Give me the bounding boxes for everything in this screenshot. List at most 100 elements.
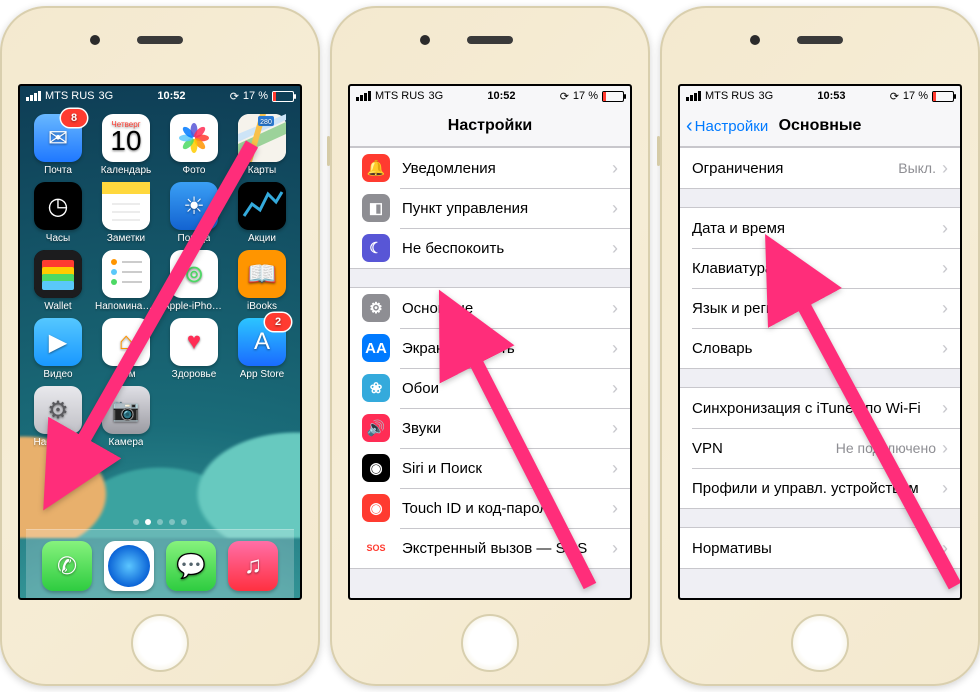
row-regulatory[interactable]: Нормативы› (680, 528, 960, 568)
row-itunes-wifi[interactable]: Синхронизация с iTunes по Wi-Fi› (680, 388, 960, 428)
notes-icon (102, 182, 150, 230)
network-label: 3G (759, 90, 774, 102)
phone-frame-general: MTS RUS 3G 10:53 ⟳ 17 % ‹ Настройки Осно… (660, 6, 980, 686)
app-find-iphone[interactable]: ⊚Apple-iPhon… (162, 246, 226, 312)
app-notes[interactable]: Заметки (94, 178, 158, 244)
app-label: App Store (240, 369, 284, 380)
app-weather[interactable]: ☀︎Погода (162, 178, 226, 244)
app-stocks[interactable]: Акции (230, 178, 294, 244)
dock: ✆ 💬♫ (26, 529, 294, 598)
row-notifications[interactable]: 🔔Уведомления› (350, 148, 630, 188)
app-label: Настройки (33, 437, 82, 448)
app-label: Напоминания (95, 301, 157, 312)
status-bar: MTS RUS 3G 10:52 ⟳ 17 % (20, 86, 300, 106)
status-bar: MTS RUS 3G 10:53 ⟳ 17 % (680, 86, 960, 106)
mail-icon: ✉︎8 (34, 114, 82, 162)
home-button[interactable] (131, 614, 189, 672)
status-time: 10:52 (157, 90, 185, 102)
nav-title: Настройки (448, 117, 532, 135)
row-profiles[interactable]: Профили и управл. устройством› (680, 468, 960, 508)
app-reminders[interactable]: Напоминания (94, 246, 158, 312)
badge: 2 (265, 313, 291, 331)
app-messages[interactable]: 💬 (166, 537, 216, 591)
svg-text:280: 280 (260, 119, 272, 126)
app-wallet[interactable]: Wallet (26, 246, 90, 312)
app-appstore[interactable]: A2App Store (230, 314, 294, 380)
row-touchid[interactable]: ◉Touch ID и код-пароль› (350, 488, 630, 528)
home-button[interactable] (461, 614, 519, 672)
phone-frame-home: MTS RUS 3G 10:52 ⟳ 17 % ✉︎8ПочтаЧетверг1… (0, 6, 320, 686)
app-mail[interactable]: ✉︎8Почта (26, 110, 90, 176)
row-value: Выкл. (898, 160, 936, 176)
row-sounds[interactable]: 🔊Звуки› (350, 408, 630, 448)
row-sos[interactable]: SOSЭкстренный вызов — SOS› (350, 528, 630, 568)
app-music[interactable]: ♫ (228, 537, 278, 591)
row-datetime[interactable]: Дата и время› (680, 208, 960, 248)
app-photos[interactable]: Фото (162, 110, 226, 176)
chevron-right-icon: › (942, 158, 948, 179)
battery-icon (272, 91, 294, 102)
row-label: Siri и Поиск (402, 460, 612, 477)
row-dictionary[interactable]: Словарь› (680, 328, 960, 368)
status-time: 10:53 (817, 90, 845, 102)
settings-list[interactable]: 🔔 Уведомления › ◧Пункт управления›☾Не беспо… (350, 147, 630, 598)
notifications-icon: 🔔 (362, 154, 390, 182)
row-wallpaper[interactable]: ❀Обои› (350, 368, 630, 408)
chevron-right-icon: › (612, 538, 618, 559)
page-indicator[interactable] (26, 515, 294, 529)
chevron-right-icon: › (942, 538, 948, 559)
general-list[interactable]: ОграниченияВыкл.›Дата и время›Клавиатура… (680, 147, 960, 598)
row-label: Touch ID и код-пароль (402, 500, 612, 517)
chevron-right-icon: › (612, 458, 618, 479)
front-camera (750, 35, 760, 45)
videos-icon: ▶ (34, 318, 82, 366)
row-display[interactable]: AAЭкран и яркость› (350, 328, 630, 368)
app-settings[interactable]: ⚙Настройки (26, 382, 90, 448)
chevron-right-icon: › (612, 238, 618, 259)
row-general[interactable]: ⚙Основные› (350, 288, 630, 328)
app-home[interactable]: ⌂Дом (94, 314, 158, 380)
row-label: Дата и время (692, 220, 942, 237)
row-language[interactable]: Язык и регион› (680, 288, 960, 328)
home-app-grid: ✉︎8ПочтаЧетверг10КалендарьФото280Карты ◷Ч… (26, 110, 294, 515)
app-label: Погода (178, 233, 211, 244)
row-vpn[interactable]: VPNНе подключено› (680, 428, 960, 468)
chevron-right-icon: › (612, 338, 618, 359)
app-health[interactable]: ♥Здоровье (162, 314, 226, 380)
nav-bar: ‹ Настройки Основные (680, 106, 960, 147)
app-phone[interactable]: ✆ (42, 537, 92, 591)
row-keyboard[interactable]: Клавиатура› (680, 248, 960, 288)
home-button[interactable] (791, 614, 849, 672)
app-safari[interactable] (104, 537, 154, 591)
app-label: Часы (46, 233, 70, 244)
row-label: Не беспокоить (402, 240, 612, 257)
app-camera[interactable]: 📷Камера (94, 382, 158, 448)
app-calendar[interactable]: Четверг10Календарь (94, 110, 158, 176)
app-clock[interactable]: ◷Часы (26, 178, 90, 244)
app-maps[interactable]: 280Карты (230, 110, 294, 176)
music-icon: ♫ (228, 541, 278, 591)
row-control-center[interactable]: ◧Пункт управления› (350, 188, 630, 228)
back-button[interactable]: ‹ Настройки (686, 118, 768, 135)
chevron-right-icon: › (942, 298, 948, 319)
row-restrictions[interactable]: ОграниченияВыкл.› (680, 148, 960, 188)
app-label: Камера (109, 437, 144, 448)
battery-pct: 17 % (243, 90, 268, 102)
home-screen: MTS RUS 3G 10:52 ⟳ 17 % ✉︎8ПочтаЧетверг1… (18, 84, 302, 600)
app-ibooks[interactable]: 📖iBooks (230, 246, 294, 312)
row-dnd[interactable]: ☾Не беспокоить› (350, 228, 630, 268)
row-siri[interactable]: ◉ Siri и Поиск› (350, 448, 630, 488)
ear-speaker (467, 36, 513, 44)
siri-icon: ◉ (362, 454, 390, 482)
battery-icon (602, 91, 624, 102)
row-label: Словарь (692, 340, 942, 357)
app-videos[interactable]: ▶Видео (26, 314, 90, 380)
reminders-icon (102, 250, 150, 298)
calendar-icon: Четверг10 (102, 114, 150, 162)
badge: 8 (61, 109, 87, 127)
status-time: 10:52 (487, 90, 515, 102)
front-camera (420, 35, 430, 45)
phone-frame-settings: MTS RUS 3G 10:52 ⟳ 17 % Настройки 🔔Уведо… (330, 6, 650, 686)
row-label: Уведомления (402, 160, 612, 177)
home-icon: ⌂ (102, 318, 150, 366)
